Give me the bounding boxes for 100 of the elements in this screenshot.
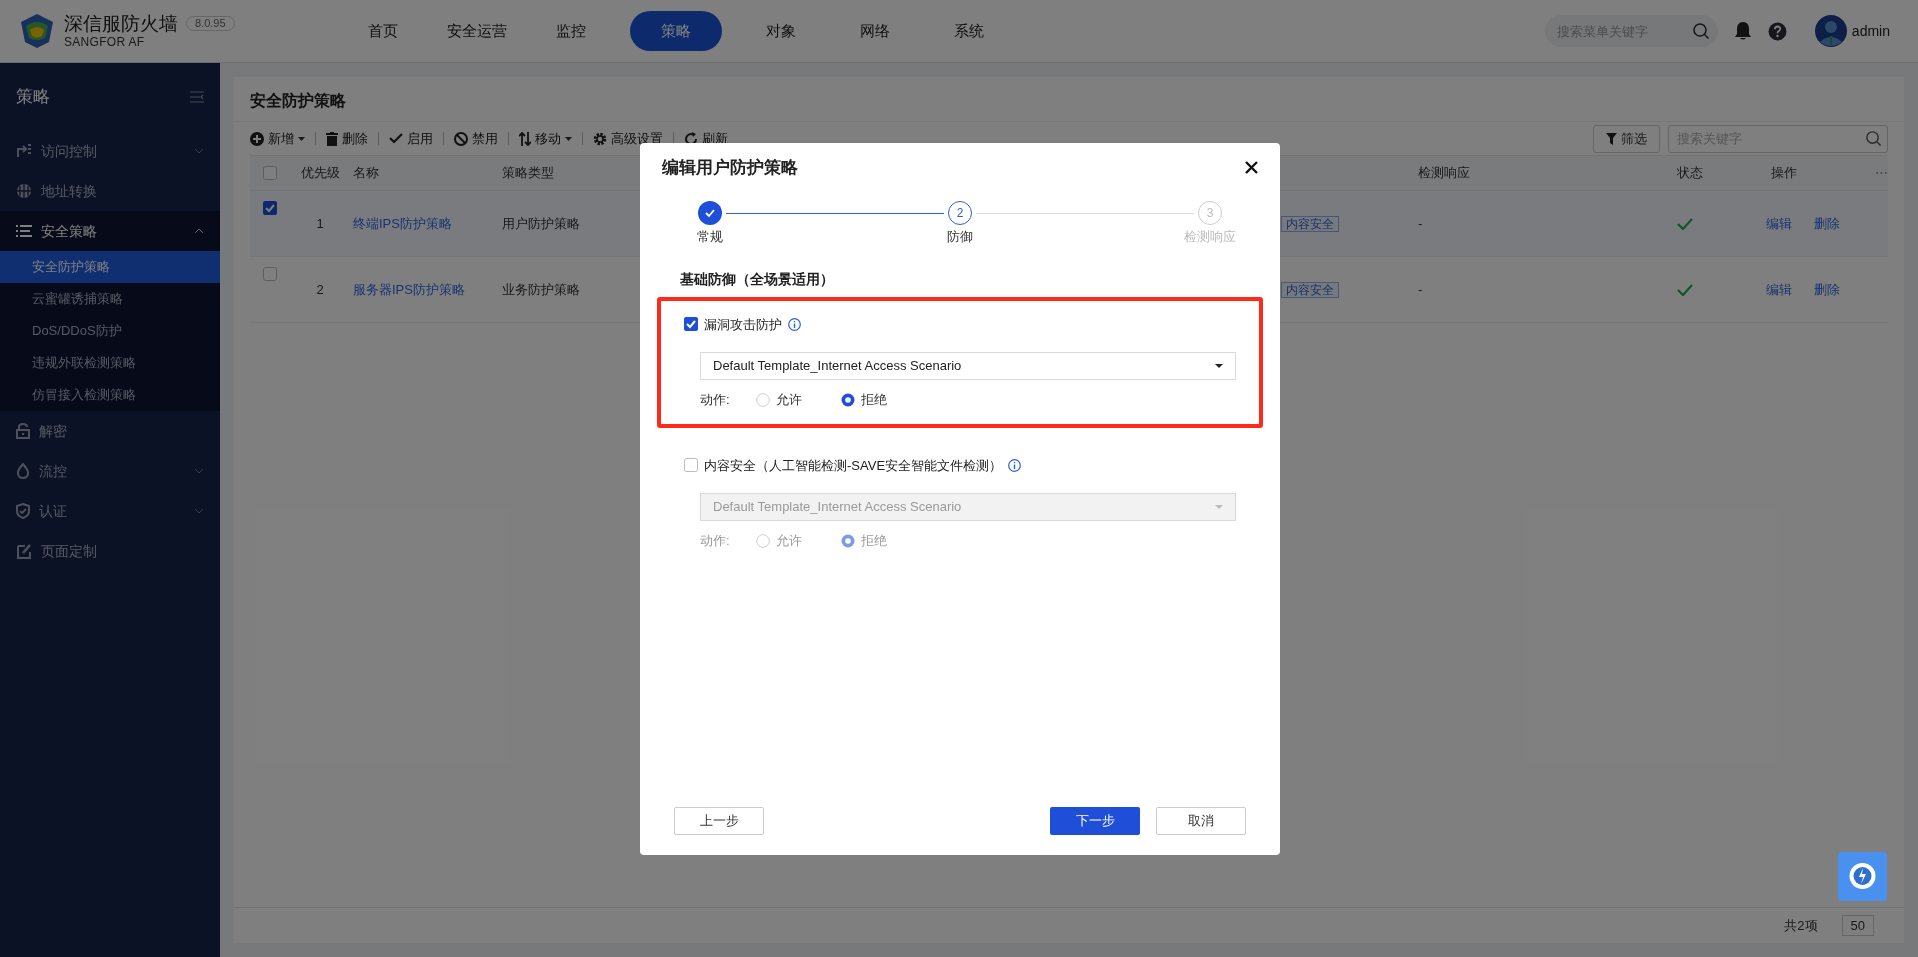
- column-header: 策略类型: [502, 165, 554, 181]
- radio-option[interactable]: 允许: [756, 390, 841, 410]
- row-action-link[interactable]: 删除: [1814, 213, 1840, 234]
- close-icon[interactable]: [1245, 161, 1258, 175]
- toolbar-button[interactable]: 删除: [326, 128, 368, 149]
- previous-step-button[interactable]: 上一步: [674, 807, 764, 835]
- radio-option[interactable]: 允许: [756, 531, 841, 551]
- table-cell: 业务防护策略: [502, 281, 580, 297]
- search-icon: [1691, 22, 1710, 40]
- radio-button[interactable]: [756, 392, 770, 407]
- checkbox[interactable]: [263, 166, 277, 180]
- column-header: 检测响应: [1418, 165, 1470, 181]
- sidebar-subitem[interactable]: 安全防护策略: [0, 251, 220, 283]
- caret-icon: [298, 136, 305, 141]
- page-title: 安全防护策略: [250, 92, 346, 109]
- radio-button[interactable]: [841, 533, 855, 548]
- radio-button[interactable]: [756, 533, 770, 548]
- refresh-icon: [684, 131, 698, 146]
- table-cell: -: [1418, 281, 1423, 297]
- logo-icon: [18, 12, 56, 50]
- help-icon[interactable]: [1767, 21, 1787, 41]
- row-action-link[interactable]: 删除: [1814, 279, 1840, 300]
- table-cell: 用户防护策略: [502, 215, 580, 231]
- route-icon: [16, 143, 32, 159]
- toolbar-button[interactable]: 移动: [519, 128, 572, 149]
- filter-button[interactable]: 筛选: [1593, 124, 1660, 153]
- radio-option[interactable]: 拒绝: [841, 390, 926, 410]
- checkbox[interactable]: [684, 458, 698, 473]
- sidebar-item[interactable]: 页面定制: [0, 531, 220, 571]
- column-header: 操作: [1771, 165, 1797, 181]
- chevron-down-icon: [194, 468, 204, 474]
- table-cell: 1: [316, 215, 324, 231]
- section-title: 基础防御（全场景适用）: [680, 270, 834, 287]
- sidebar-subitem[interactable]: DoS/DDoS防护: [0, 315, 220, 347]
- more-columns-button[interactable]: ⋯: [1875, 165, 1888, 181]
- template-select[interactable]: Default Template_Internet Access Scenario: [700, 352, 1236, 380]
- sidebar-item[interactable]: 流控: [0, 451, 220, 491]
- add-icon: [250, 131, 264, 146]
- sidebar-item[interactable]: 地址转换: [0, 171, 220, 211]
- toolbar-button[interactable]: 新增: [250, 128, 305, 149]
- user-name[interactable]: admin: [1851, 20, 1890, 42]
- nav-tab[interactable]: 系统: [934, 11, 1004, 51]
- trash-icon: [326, 131, 338, 146]
- chevron-up-icon: [194, 228, 204, 234]
- toolbar-button[interactable]: 禁用: [454, 128, 498, 149]
- brand-subtitle: SANGFOR AF: [64, 35, 146, 51]
- next-step-button[interactable]: 下一步: [1050, 807, 1140, 835]
- toolbar-button[interactable]: 启用: [389, 128, 433, 149]
- sidebar-item[interactable]: 认证: [0, 491, 220, 531]
- policy-name-link[interactable]: 服务器IPS防护策略: [353, 281, 465, 297]
- nav-tab[interactable]: 策略: [630, 11, 722, 51]
- check-icon: [389, 133, 403, 144]
- sidebar-item[interactable]: 访问控制: [0, 131, 220, 171]
- sidebar-title: 策略: [16, 86, 50, 109]
- sidebar-item[interactable]: 安全策略: [0, 211, 220, 251]
- chevron-down-icon: [194, 148, 204, 154]
- assistant-icon[interactable]: [1838, 852, 1887, 901]
- sidebar-item[interactable]: 解密: [0, 411, 220, 451]
- caret-icon: [1215, 364, 1223, 368]
- page-size-field[interactable]: 50: [1841, 914, 1874, 937]
- option-label: 漏洞攻击防护: [704, 315, 782, 334]
- caret-icon: [1215, 505, 1223, 509]
- brand-name: 深信服防火墙: [64, 11, 178, 36]
- checkbox[interactable]: [684, 317, 698, 332]
- drop-icon: [16, 463, 30, 479]
- prohibit-icon: [454, 131, 468, 146]
- step-label: 常规: [697, 227, 723, 246]
- column-header: 优先级: [300, 165, 340, 181]
- row-action-link[interactable]: 编辑: [1766, 279, 1792, 300]
- nav-tab[interactable]: 首页: [348, 11, 418, 51]
- caret-icon: [565, 136, 572, 141]
- nav-tab[interactable]: 对象: [746, 11, 816, 51]
- nav-tab[interactable]: 网络: [840, 11, 910, 51]
- avatar-icon[interactable]: [1814, 15, 1847, 47]
- gear-icon: [593, 131, 607, 146]
- policy-name-link[interactable]: 终端IPS防护策略: [353, 215, 452, 231]
- list-icon: [16, 224, 32, 238]
- column-header: 名称: [353, 165, 379, 181]
- defense-tag: 内容安全: [1281, 215, 1339, 232]
- chevron-down-icon: [194, 508, 204, 514]
- nav-tab[interactable]: 安全运营: [442, 11, 512, 51]
- info-icon[interactable]: [1008, 458, 1022, 472]
- row-action-link[interactable]: 编辑: [1766, 213, 1792, 234]
- sidebar-subitem[interactable]: 云蜜罐诱捕策略: [0, 283, 220, 315]
- info-icon[interactable]: [788, 317, 801, 331]
- template-select[interactable]: Default Template_Internet Access Scenario: [700, 493, 1236, 521]
- bell-icon[interactable]: [1733, 21, 1752, 41]
- move-icon: [519, 131, 531, 146]
- dialog-title: 编辑用户防护策略: [662, 157, 798, 179]
- radio-option[interactable]: 拒绝: [841, 531, 926, 551]
- nav-tab[interactable]: 监控: [536, 11, 606, 51]
- sidebar-subitem[interactable]: 违规外联检测策略: [0, 347, 220, 379]
- cancel-button[interactable]: 取消: [1156, 807, 1246, 835]
- radio-button[interactable]: [841, 392, 855, 407]
- checkbox[interactable]: [263, 201, 277, 215]
- table-cell: -: [1418, 215, 1423, 231]
- sidebar-subitem[interactable]: 仿冒接入检测策略: [0, 379, 220, 411]
- checkbox[interactable]: [263, 267, 277, 281]
- action-label: 动作:: [700, 391, 731, 409]
- filter-icon: [1606, 132, 1617, 145]
